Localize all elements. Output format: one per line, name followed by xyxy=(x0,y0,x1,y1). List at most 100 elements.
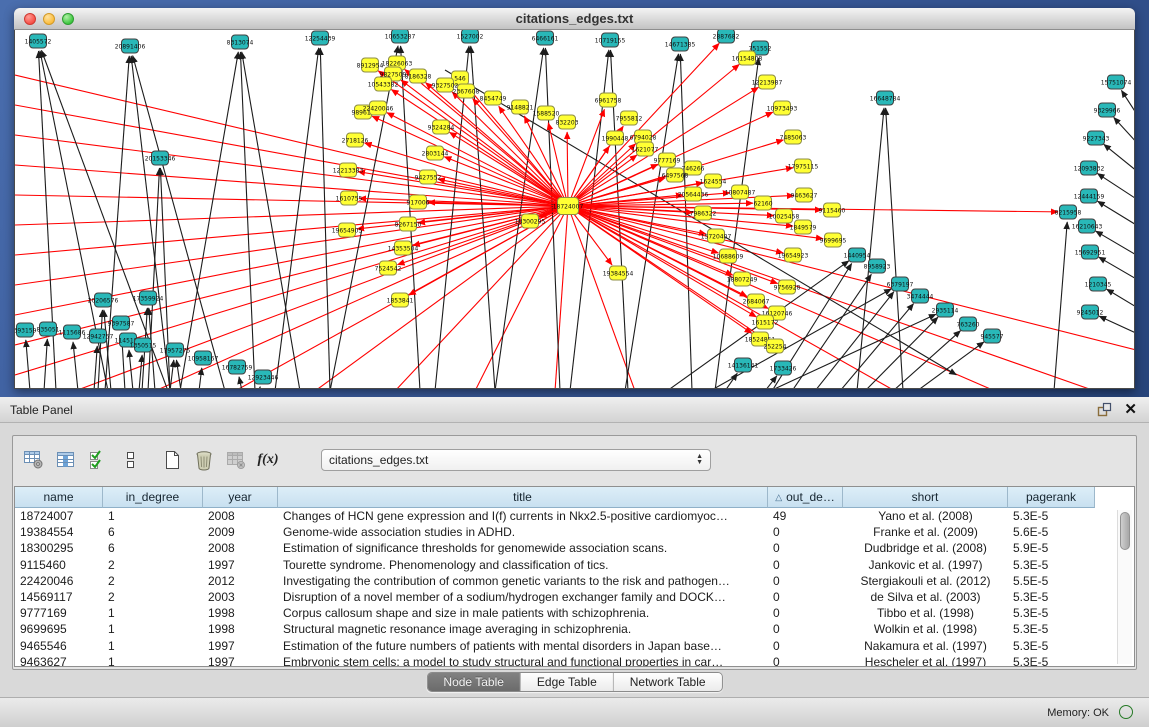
table-row[interactable]: 946554611997Estimation of the future num… xyxy=(15,638,1134,654)
table-row[interactable]: 1830029562008Estimation of significance … xyxy=(15,540,1134,556)
trash-icon xyxy=(193,449,215,471)
graph-node-label: 3474444 xyxy=(907,293,934,300)
tab-network-table[interactable]: Network Table xyxy=(613,673,722,691)
table-cell: 18724007 xyxy=(15,508,103,524)
column-header-year[interactable]: year xyxy=(203,487,278,508)
graph-node-label: 18226063 xyxy=(382,60,413,67)
table-cell: 22420046 xyxy=(15,573,103,589)
graph-node-label: 14353504 xyxy=(388,245,419,252)
citation-graph[interactable]: 1405572208914068313074122544391065328715… xyxy=(15,30,1134,388)
graph-edge xyxy=(15,165,568,206)
graph-node-label: 2803144 xyxy=(422,150,449,157)
graph-node-label: 832203 xyxy=(556,119,579,126)
table-cell: 2 xyxy=(103,573,203,589)
graph-edge xyxy=(555,206,568,388)
network-canvas[interactable]: 1405572208914068313074122544391065328715… xyxy=(15,30,1134,388)
graph-node-label: 2887682 xyxy=(713,33,740,40)
graph-node-label: 10543382 xyxy=(368,81,399,88)
graph-node-label: 1853841 xyxy=(387,297,414,304)
graph-node-label: 9777169 xyxy=(654,157,681,164)
graph-node-label: 1440954 xyxy=(844,252,871,259)
graph-node-label: 16210643 xyxy=(1072,223,1103,230)
scrollbar-thumb[interactable] xyxy=(1120,512,1130,550)
column-header-short[interactable]: short xyxy=(843,487,1008,508)
table-cell: 0 xyxy=(768,638,843,654)
table-row[interactable]: 1456911722003Disruption of a novel membe… xyxy=(15,589,1134,605)
graph-edge xyxy=(176,360,181,388)
row-height-button[interactable] xyxy=(117,447,143,473)
show-columns-button[interactable] xyxy=(53,447,79,473)
graph-edge xyxy=(395,206,568,388)
network-window-title: citations_edges.txt xyxy=(14,11,1135,26)
new-column-button[interactable] xyxy=(159,447,185,473)
close-panel-icon[interactable]: ✕ xyxy=(1124,403,1137,417)
graph-node-label: 15720407 xyxy=(701,233,732,240)
column-header-name[interactable]: name xyxy=(15,487,103,508)
table-row[interactable]: 2242004622012Investigating the contribut… xyxy=(15,573,1134,589)
table-row[interactable]: 946362711997Embryonic stem cells: a mode… xyxy=(15,654,1134,666)
float-panel-icon[interactable] xyxy=(1097,402,1112,417)
table-cell: de Silva et al. (2003) xyxy=(843,589,1008,605)
close-window-button[interactable] xyxy=(24,13,36,25)
graph-edge xyxy=(893,331,961,388)
table-row[interactable]: 1872400712008Changes of HCN gene express… xyxy=(15,508,1134,524)
table-settings-button[interactable] xyxy=(21,447,47,473)
column-header-title[interactable]: title xyxy=(278,487,768,508)
graph-edge xyxy=(1098,201,1134,226)
column-header-in-degree[interactable]: in_degree xyxy=(103,487,203,508)
graph-node-label: 14136141 xyxy=(728,362,759,369)
table-cell: 9777169 xyxy=(15,605,103,621)
minimize-window-button[interactable] xyxy=(43,13,55,25)
graph-node-label: 8454749 xyxy=(480,95,507,102)
graph-node-label: 12923446 xyxy=(248,374,279,381)
table-type-tabs: Node TableEdge TableNetwork Table xyxy=(426,672,722,692)
table-row[interactable]: 969969511998Structural magnetic resonanc… xyxy=(15,621,1134,637)
graph-node-label: 945577 xyxy=(981,333,1004,340)
network-desktop: citations_edges.txt 14055722089140683130… xyxy=(0,0,1149,397)
network-window[interactable]: citations_edges.txt 14055722089140683130… xyxy=(14,8,1135,389)
graph-edge xyxy=(413,206,568,246)
delete-column-button[interactable] xyxy=(191,447,217,473)
graph-node-label: 20891406 xyxy=(115,43,146,50)
graph-node-label: 19654905 xyxy=(332,227,363,234)
function-builder-button[interactable]: f(x) xyxy=(255,447,281,473)
graph-node-label: 20564436 xyxy=(678,191,709,198)
column-header-pagerank[interactable]: pagerank xyxy=(1008,487,1095,508)
selection-mode-button[interactable] xyxy=(85,447,111,473)
graph-edge xyxy=(405,69,568,206)
table-cell: 1 xyxy=(103,621,203,637)
graph-node-label: 19384554 xyxy=(603,270,634,277)
graph-edge xyxy=(358,172,568,206)
table-cell: 1998 xyxy=(203,621,278,637)
table-cell: 2012 xyxy=(203,573,278,589)
table-cell: Estimation of significance thresholds fo… xyxy=(278,540,768,556)
memory-status-indicator[interactable] xyxy=(1119,705,1133,719)
table-row[interactable]: 977716911998Corpus callosum shape and si… xyxy=(15,605,1134,621)
graph-edge xyxy=(1107,289,1134,308)
column-header-out-de-[interactable]: △out_de… xyxy=(768,487,843,508)
graph-edge xyxy=(917,342,984,388)
table-cell: 1 xyxy=(103,638,203,654)
network-window-titlebar[interactable]: citations_edges.txt xyxy=(14,8,1135,30)
tab-node-table[interactable]: Node Table xyxy=(427,673,520,691)
graph-node-label: 15692951 xyxy=(1075,249,1106,256)
new-document-icon xyxy=(161,449,183,471)
graph-node-label: 17359924 xyxy=(133,295,164,302)
table-cell: 6 xyxy=(103,524,203,540)
tab-edge-table[interactable]: Edge Table xyxy=(520,673,613,691)
delete-table-button-disabled[interactable] xyxy=(223,447,249,473)
table-row[interactable]: 1938455462009Genome-wide association stu… xyxy=(15,524,1134,540)
vertical-scrollbar[interactable] xyxy=(1117,510,1132,664)
graph-edge xyxy=(26,340,30,388)
table-select-dropdown[interactable]: citations_edges.txt ▲▼ xyxy=(321,449,711,471)
table-panel-titlebar: Table Panel ✕ xyxy=(0,397,1149,423)
zoom-window-button[interactable] xyxy=(62,13,74,25)
graph-edge xyxy=(568,206,895,388)
graph-edge xyxy=(320,48,330,388)
table-row[interactable]: 911546021997Tourette syndrome. Phenomeno… xyxy=(15,557,1134,573)
dropdown-arrows-icon: ▲▼ xyxy=(696,454,703,466)
graph-node-label: 10958167 xyxy=(188,355,219,362)
window-controls xyxy=(24,13,74,25)
graph-edge xyxy=(44,339,47,388)
graph-node-label: 20206576 xyxy=(88,297,119,304)
